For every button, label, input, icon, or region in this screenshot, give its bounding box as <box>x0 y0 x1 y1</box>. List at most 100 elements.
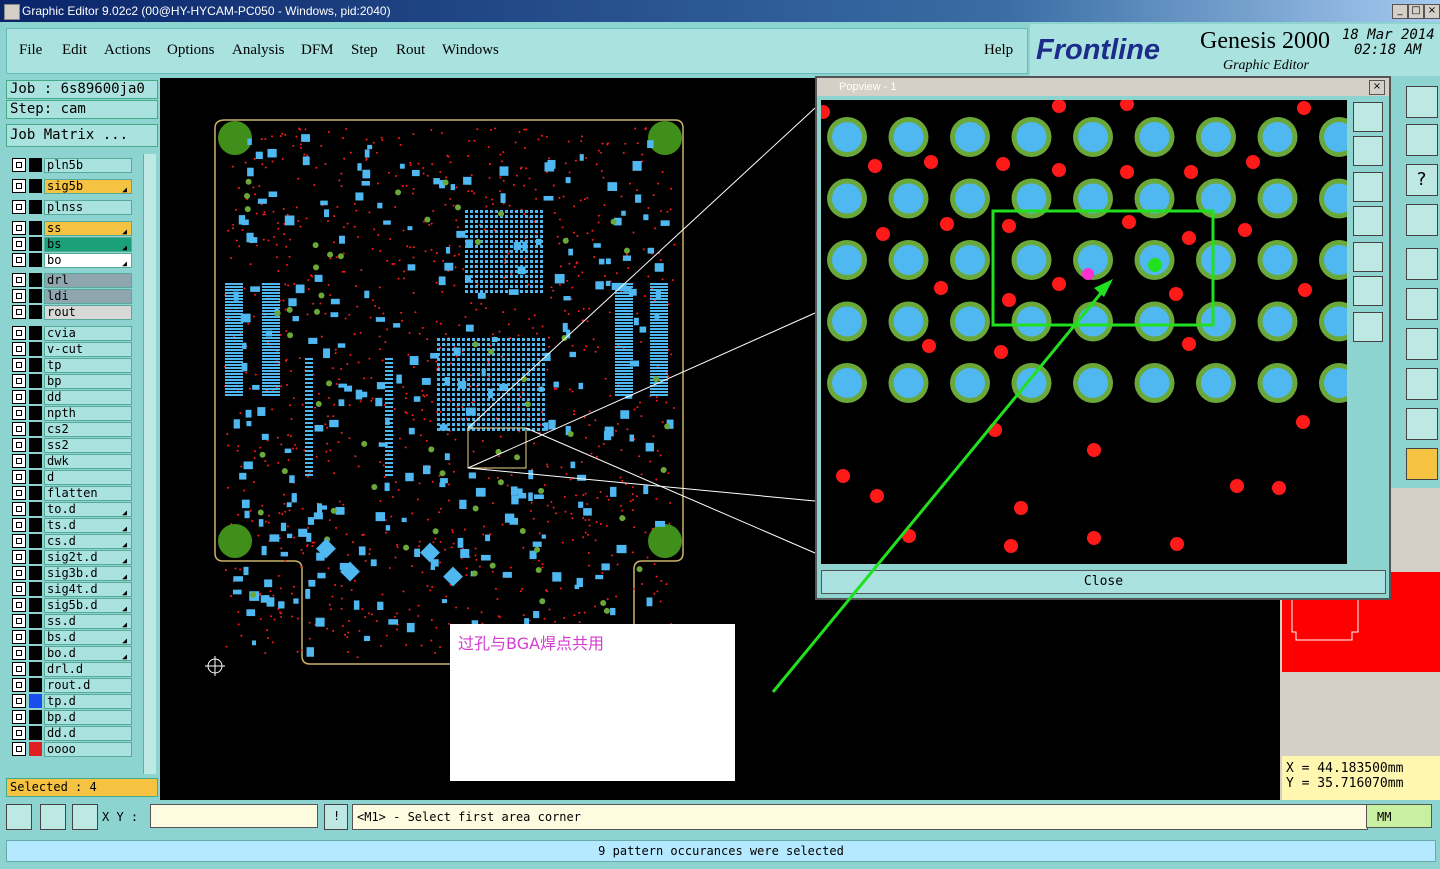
layer-color-swatch[interactable] <box>29 550 42 564</box>
layer-color-swatch[interactable] <box>29 486 42 500</box>
layer-row[interactable]: rout <box>12 305 157 320</box>
layer-name[interactable]: bp.d <box>44 710 132 725</box>
layer-checkbox[interactable] <box>12 374 26 388</box>
layer-name[interactable]: dd.d <box>44 726 132 741</box>
layer-color-swatch[interactable] <box>29 582 42 596</box>
layer-checkbox[interactable] <box>12 390 26 404</box>
layer-checkbox[interactable] <box>12 582 26 596</box>
menu-help[interactable]: Help <box>984 42 1013 59</box>
layer-color-swatch[interactable] <box>29 470 42 484</box>
popview-close-button[interactable]: Close <box>821 570 1386 594</box>
layer-color-swatch[interactable] <box>29 326 42 340</box>
tool-array-icon[interactable] <box>1406 328 1438 360</box>
layer-row[interactable]: sig5b ◢ <box>12 179 157 194</box>
layer-checkbox[interactable] <box>12 566 26 580</box>
layer-row[interactable]: sig4t.d ◢ <box>12 582 157 597</box>
pop-pan-right-icon[interactable] <box>1353 242 1383 272</box>
help-icon[interactable]: ? <box>1406 164 1438 196</box>
menu-rout[interactable]: Rout <box>396 42 425 59</box>
layer-color-swatch[interactable] <box>29 237 42 251</box>
snap-icon[interactable] <box>6 804 32 830</box>
layer-checkbox[interactable] <box>12 273 26 287</box>
layer-row[interactable]: oooo <box>12 742 157 757</box>
layer-color-swatch[interactable] <box>29 200 42 214</box>
menu-analysis[interactable]: Analysis <box>232 42 285 59</box>
layer-color-swatch[interactable] <box>29 694 42 708</box>
layer-row[interactable]: drl.d <box>12 662 157 677</box>
layer-name[interactable]: bs.d ◢ <box>44 630 132 645</box>
layer-checkbox[interactable] <box>12 289 26 303</box>
layer-name[interactable]: rout <box>44 305 132 320</box>
grid-icon[interactable] <box>72 804 98 830</box>
menu-actions[interactable]: Actions <box>104 42 151 59</box>
layer-row[interactable]: dwk <box>12 454 157 469</box>
layer-name[interactable]: dd <box>44 390 132 405</box>
layer-row[interactable]: bp <box>12 374 157 389</box>
layer-color-swatch[interactable] <box>29 710 42 724</box>
layer-row[interactable]: bo.d ◢ <box>12 646 157 661</box>
layer-name[interactable]: flatten <box>44 486 132 501</box>
layer-checkbox[interactable] <box>12 662 26 676</box>
layer-color-swatch[interactable] <box>29 614 42 628</box>
layer-color-swatch[interactable] <box>29 374 42 388</box>
layer-color-swatch[interactable] <box>29 390 42 404</box>
menu-windows[interactable]: Windows <box>442 42 499 59</box>
layer-color-swatch[interactable] <box>29 406 42 420</box>
layer-checkbox[interactable] <box>12 742 26 756</box>
maximize-button[interactable]: □ <box>1408 4 1424 19</box>
layer-checkbox[interactable] <box>12 502 26 516</box>
layer-checkbox[interactable] <box>12 237 26 251</box>
menu-step[interactable]: Step <box>351 42 378 59</box>
layer-color-swatch[interactable] <box>29 598 42 612</box>
layer-name[interactable]: sig5b.d ◢ <box>44 598 132 613</box>
xy-input[interactable] <box>150 804 318 828</box>
layer-checkbox[interactable] <box>12 486 26 500</box>
layer-checkbox[interactable] <box>12 646 26 660</box>
layer-name[interactable]: tp <box>44 358 132 373</box>
layer-checkbox[interactable] <box>12 470 26 484</box>
layer-row[interactable]: ldi <box>12 289 157 304</box>
layer-checkbox[interactable] <box>12 438 26 452</box>
layer-name[interactable]: sig2t.d ◢ <box>44 550 132 565</box>
layer-name[interactable]: drl <box>44 273 132 288</box>
layer-row[interactable]: sig3b.d ◢ <box>12 566 157 581</box>
layer-row[interactable]: bs.d ◢ <box>12 630 157 645</box>
layer-name[interactable]: rout.d <box>44 678 132 693</box>
layer-color-swatch[interactable] <box>29 305 42 319</box>
pop-fit-icon[interactable] <box>1353 276 1383 306</box>
layer-row[interactable]: drl <box>12 273 157 288</box>
layer-name[interactable]: bs ◢ <box>44 237 132 252</box>
layer-checkbox[interactable] <box>12 534 26 548</box>
layer-color-swatch[interactable] <box>29 662 42 676</box>
layer-checkbox[interactable] <box>12 342 26 356</box>
layer-color-swatch[interactable] <box>29 630 42 644</box>
layer-row[interactable]: dd.d <box>12 726 157 741</box>
layer-color-swatch[interactable] <box>29 342 42 356</box>
pop-pan-down-icon[interactable] <box>1353 172 1383 202</box>
layer-name[interactable]: ss.d ◢ <box>44 614 132 629</box>
layer-checkbox[interactable] <box>12 179 26 193</box>
layer-row[interactable]: rout.d <box>12 678 157 693</box>
layer-color-swatch[interactable] <box>29 726 42 740</box>
layer-row[interactable]: cvia <box>12 326 157 341</box>
layer-name[interactable]: v-cut <box>44 342 132 357</box>
layer-name[interactable]: d <box>44 470 132 485</box>
tool-route-icon[interactable] <box>1406 124 1438 156</box>
layer-color-swatch[interactable] <box>29 221 42 235</box>
layer-checkbox[interactable] <box>12 406 26 420</box>
layer-checkbox[interactable] <box>12 614 26 628</box>
layer-checkbox[interactable] <box>12 326 26 340</box>
tool-shapes-icon[interactable] <box>1406 368 1438 400</box>
layer-color-swatch[interactable] <box>29 158 42 172</box>
layer-row[interactable]: tp <box>12 358 157 373</box>
layer-name[interactable]: npth <box>44 406 132 421</box>
info-icon[interactable]: ! <box>324 804 348 830</box>
layer-row[interactable]: to.d ◢ <box>12 502 157 517</box>
layer-row[interactable]: flatten <box>12 486 157 501</box>
popview-window[interactable]: Popview - 1 × Close <box>815 76 1391 600</box>
layer-name[interactable]: bp <box>44 374 132 389</box>
layer-row[interactable]: v-cut <box>12 342 157 357</box>
layer-row[interactable]: bp.d <box>12 710 157 725</box>
tool-layers-icon[interactable] <box>1406 204 1438 236</box>
tool-select-icon[interactable] <box>1406 448 1438 480</box>
